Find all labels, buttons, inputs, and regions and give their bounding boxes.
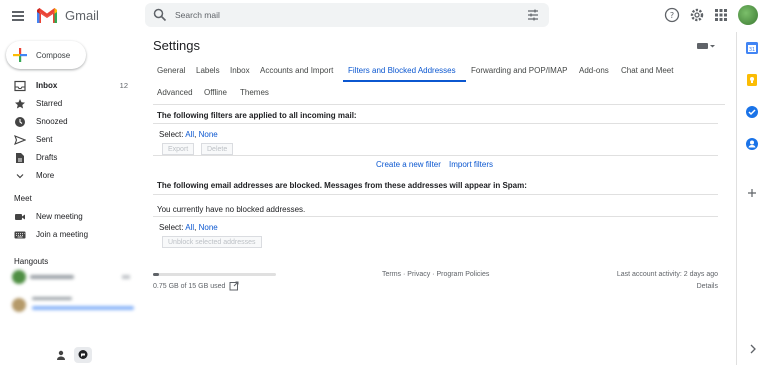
tab-offline[interactable]: Offline bbox=[204, 88, 227, 97]
inbox-icon bbox=[14, 80, 26, 92]
settings-gear-icon[interactable] bbox=[689, 7, 705, 23]
nav-item-join-meeting[interactable]: Join a meeting bbox=[0, 226, 140, 244]
tab-advanced[interactable]: Advanced bbox=[157, 88, 193, 97]
nav-label: Join a meeting bbox=[36, 230, 89, 239]
tab-accounts-import[interactable]: Accounts and Import bbox=[260, 66, 333, 75]
nav-count: 12 bbox=[119, 81, 128, 90]
page-title: Settings bbox=[153, 38, 200, 53]
clock-icon bbox=[14, 116, 26, 128]
select-label: Select: bbox=[159, 223, 184, 232]
input-tools-icon[interactable] bbox=[697, 42, 715, 51]
nav-label: Inbox bbox=[36, 81, 58, 90]
blocked-select-row: Select: All, None bbox=[159, 223, 218, 232]
select-all-link[interactable]: All bbox=[185, 130, 194, 139]
hangouts-contact-redacted[interactable] bbox=[12, 296, 138, 316]
select-label: Select: bbox=[159, 130, 184, 139]
nav-item-drafts[interactable]: Drafts bbox=[0, 149, 140, 167]
nav-item-inbox[interactable]: Inbox 12 bbox=[0, 77, 140, 95]
chevron-right-icon[interactable] bbox=[748, 343, 758, 355]
tab-addons[interactable]: Add-ons bbox=[579, 66, 609, 75]
brand-name: Gmail bbox=[65, 8, 99, 23]
nav-label: Drafts bbox=[36, 153, 58, 162]
account-avatar[interactable] bbox=[738, 5, 758, 25]
export-button[interactable]: Export bbox=[162, 143, 195, 155]
nav-item-starred[interactable]: Starred bbox=[0, 95, 140, 113]
tab-filters-blocked[interactable]: Filters and Blocked Addresses bbox=[348, 66, 456, 75]
tab-forwarding[interactable]: Forwarding and POP/IMAP bbox=[471, 66, 567, 75]
open-external-icon[interactable] bbox=[229, 281, 239, 291]
filter-select-row: Select: All, None bbox=[159, 130, 218, 139]
nav-label: More bbox=[36, 171, 55, 180]
select-all-link[interactable]: All bbox=[185, 223, 194, 232]
chevron-down-icon bbox=[14, 170, 26, 182]
section-divider bbox=[153, 194, 718, 195]
nav-item-sent[interactable]: Sent bbox=[0, 131, 140, 149]
last-account-activity: Last account activity: 2 days ago bbox=[616, 271, 718, 278]
svg-text:31: 31 bbox=[749, 47, 755, 53]
main-menu-icon[interactable] bbox=[10, 8, 26, 24]
draft-icon bbox=[14, 152, 26, 164]
search-icon[interactable] bbox=[153, 8, 167, 22]
section-divider bbox=[153, 216, 718, 217]
create-filter-link[interactable]: Create a new filter bbox=[376, 160, 441, 169]
storage-bar-fill bbox=[153, 273, 160, 276]
person-icon[interactable] bbox=[55, 349, 67, 361]
nav-item-snoozed[interactable]: Snoozed bbox=[0, 113, 140, 131]
tab-labels[interactable]: Labels bbox=[196, 66, 220, 75]
details-link[interactable]: Details bbox=[697, 283, 718, 290]
blocked-heading: The following email addresses are blocke… bbox=[157, 181, 527, 190]
nav-item-more[interactable]: More bbox=[0, 167, 140, 185]
import-filters-link[interactable]: Import filters bbox=[449, 160, 493, 169]
nav-label: Starred bbox=[36, 99, 63, 108]
video-icon bbox=[14, 211, 26, 223]
active-tab-indicator bbox=[343, 80, 466, 82]
nav-label: New meeting bbox=[36, 212, 83, 221]
search-options-icon[interactable] bbox=[526, 8, 540, 22]
send-icon bbox=[14, 134, 27, 146]
tabs-divider bbox=[153, 104, 725, 105]
meet-section-title: Meet bbox=[14, 194, 32, 203]
svg-text:?: ? bbox=[670, 11, 674, 20]
select-none-link[interactable]: None bbox=[199, 130, 218, 139]
nav-item-new-meeting[interactable]: New meeting bbox=[0, 208, 140, 226]
footer-links[interactable]: Terms · Privacy · Program Policies bbox=[382, 271, 489, 278]
calendar-icon[interactable]: 31 bbox=[745, 41, 759, 55]
contacts-icon[interactable] bbox=[745, 137, 759, 151]
unblock-button[interactable]: Unblock selected addresses bbox=[162, 236, 262, 248]
help-icon[interactable]: ? bbox=[664, 7, 680, 23]
filters-heading: The following filters are applied to all… bbox=[157, 111, 357, 120]
keep-icon[interactable] bbox=[745, 73, 759, 87]
no-blocked-message: You currently have no blocked addresses. bbox=[157, 205, 306, 214]
section-divider bbox=[153, 155, 718, 156]
keyboard-icon bbox=[14, 229, 26, 241]
delete-button[interactable]: Delete bbox=[201, 143, 234, 155]
storage-usage: 0.75 GB of 15 GB used bbox=[153, 283, 226, 290]
compose-label: Compose bbox=[36, 51, 71, 60]
compose-plus-icon[interactable] bbox=[13, 48, 27, 62]
apps-grid-icon[interactable] bbox=[714, 8, 728, 22]
tasks-icon[interactable] bbox=[745, 105, 759, 119]
search-input[interactable]: Search mail bbox=[175, 10, 220, 20]
section-divider bbox=[153, 123, 718, 124]
tab-inbox[interactable]: Inbox bbox=[230, 66, 250, 75]
nav-label: Sent bbox=[36, 135, 53, 144]
tab-chat-meet[interactable]: Chat and Meet bbox=[621, 66, 673, 75]
hangouts-section-title: Hangouts bbox=[14, 257, 49, 266]
star-icon bbox=[14, 98, 26, 110]
tab-themes[interactable]: Themes bbox=[240, 88, 269, 97]
gmail-logo[interactable] bbox=[35, 6, 59, 24]
hangouts-contact-redacted[interactable] bbox=[12, 270, 132, 286]
tab-general[interactable]: General bbox=[157, 66, 185, 75]
select-none-link[interactable]: None bbox=[199, 223, 218, 232]
chat-bubble-icon[interactable] bbox=[74, 347, 92, 363]
add-addon-icon[interactable] bbox=[745, 186, 759, 200]
nav-label: Snoozed bbox=[36, 117, 68, 126]
storage-bar bbox=[153, 273, 276, 276]
